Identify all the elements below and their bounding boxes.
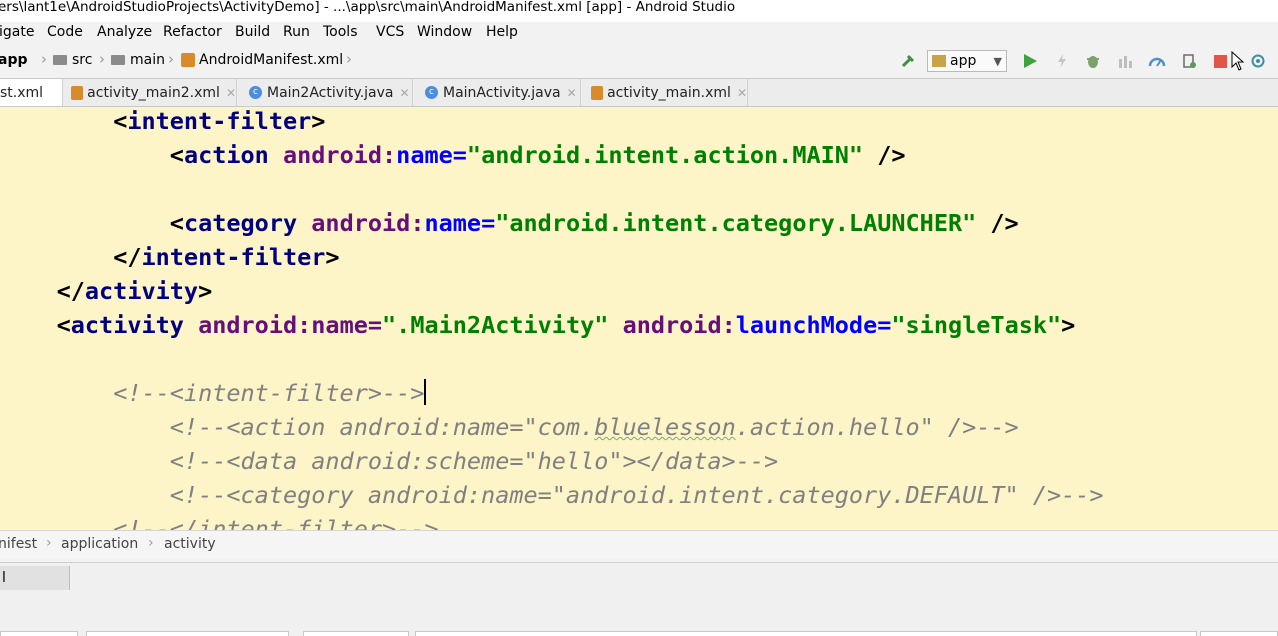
- tab-label: Main2Activity.java: [267, 84, 394, 101]
- code-editor[interactable]: <intent-filter> <action android:name="an…: [0, 107, 1278, 530]
- tool-tab-stub[interactable]: [0, 631, 78, 636]
- menu-analyze[interactable]: Analyze: [97, 24, 152, 40]
- class-icon: c: [425, 86, 438, 99]
- editor-tabs: st.xml activity_main2.xml ✕ c Main2Activ…: [0, 79, 1278, 107]
- code-line: <!--</intent-filter>-->: [113, 515, 439, 530]
- breadcrumb-application[interactable]: application: [61, 536, 138, 552]
- code-line: <!--<category android:name="android.inte…: [169, 481, 1104, 509]
- navigation-bar: app › src › main › AndroidManifest.xml ›…: [0, 45, 1278, 79]
- code-line: </intent-filter>: [113, 243, 340, 271]
- run-config-label: app: [950, 53, 977, 69]
- debug-bug-icon[interactable]: [1084, 52, 1102, 70]
- menu-vcs[interactable]: VCS: [376, 24, 404, 40]
- tab-activity-main2-xml[interactable]: activity_main2.xml ✕: [63, 79, 237, 106]
- menu-build[interactable]: Build: [235, 24, 270, 40]
- tool-tab-stub[interactable]: [1200, 631, 1278, 636]
- manifest-file-icon: [181, 53, 195, 67]
- structure-breadcrumb: nifest › application › activity: [0, 530, 1278, 559]
- chevron-right-icon: ›: [148, 535, 154, 551]
- spelling-warning: bluelesson: [594, 413, 736, 441]
- tool-tab-stub[interactable]: [303, 631, 409, 636]
- android-module-icon: [932, 55, 946, 67]
- bottom-tab-strip: l Manifest: [0, 562, 1278, 610]
- close-icon[interactable]: ✕: [226, 86, 236, 100]
- menu-help[interactable]: Help: [486, 24, 518, 40]
- tool-window-area: [0, 593, 1278, 636]
- nav-crumb-main[interactable]: main: [111, 52, 165, 68]
- window-title-bar: ers\lant1e\AndroidStudioProjects\Activit…: [0, 0, 1278, 22]
- tab-androidmanifest[interactable]: st.xml: [0, 79, 63, 106]
- tab-activity-main-xml[interactable]: activity_main.xml ✕: [581, 79, 748, 106]
- nav-crumb-manifest-label: AndroidManifest.xml: [199, 52, 344, 68]
- code-line: <action android:name="android.intent.act…: [169, 141, 906, 169]
- code-line: <intent-filter>: [113, 107, 326, 135]
- nav-crumb-manifest[interactable]: AndroidManifest.xml: [181, 52, 343, 68]
- xml-file-icon: [591, 85, 604, 100]
- sync-gradle-icon[interactable]: [1249, 52, 1267, 70]
- tool-tab-stub[interactable]: [415, 631, 1197, 636]
- run-config-select[interactable]: app ▼: [927, 50, 1007, 72]
- coverage-icon[interactable]: [1116, 52, 1134, 70]
- code-line: <!--<action android:name="com.bluelesson…: [169, 413, 1019, 441]
- chevron-right-icon: ›: [346, 50, 352, 68]
- close-icon[interactable]: ✕: [399, 86, 409, 100]
- apply-changes-icon[interactable]: [1053, 52, 1071, 70]
- window-title: ers\lant1e\AndroidStudioProjects\Activit…: [0, 0, 736, 15]
- code-line: </activity>: [56, 277, 213, 305]
- chevron-right-icon: ›: [41, 50, 47, 68]
- run-play-icon[interactable]: [1021, 52, 1039, 70]
- folder-icon: [53, 55, 67, 65]
- chevron-right-icon: ›: [99, 50, 105, 68]
- code-line: <category android:name="android.intent.c…: [169, 209, 1019, 237]
- chevron-right-icon: ›: [46, 535, 52, 551]
- nav-crumb-src[interactable]: src: [53, 52, 92, 68]
- stop-icon[interactable]: [1211, 52, 1229, 70]
- tab-label: MainActivity.java: [443, 84, 561, 101]
- tool-tab-stub[interactable]: [86, 631, 289, 636]
- tab-merged-manifest[interactable]: l Manifest: [0, 566, 70, 610]
- nav-crumb-app[interactable]: app: [0, 52, 28, 68]
- xml-file-icon: [71, 85, 84, 100]
- chevron-right-icon: ›: [168, 50, 174, 68]
- nav-crumb-src-label: src: [72, 52, 93, 68]
- close-icon[interactable]: ✕: [567, 86, 577, 100]
- folder-icon: [111, 55, 125, 65]
- chevron-down-icon: ▼: [993, 54, 1002, 68]
- menu-bar: igate Code Analyze Refactor Build Run To…: [0, 22, 1278, 45]
- class-icon: c: [249, 86, 262, 99]
- attach-debugger-icon[interactable]: [1180, 52, 1198, 70]
- nav-crumb-app-label: app: [0, 52, 28, 68]
- breadcrumb-activity[interactable]: activity: [164, 536, 216, 552]
- menu-tools[interactable]: Tools: [323, 24, 358, 40]
- code-line: <!--<intent-filter>-->: [113, 379, 427, 407]
- profiler-gauge-icon[interactable]: [1148, 52, 1166, 70]
- menu-window[interactable]: Window: [417, 24, 472, 40]
- menu-code[interactable]: Code: [47, 24, 83, 40]
- menu-refactor[interactable]: Refactor: [163, 24, 222, 40]
- menu-navigate[interactable]: igate: [0, 24, 34, 40]
- mouse-cursor-icon: [1229, 51, 1247, 71]
- menu-run[interactable]: Run: [283, 24, 310, 40]
- tab-mainactivity-java[interactable]: c MainActivity.java ✕: [413, 79, 581, 106]
- hammer-make-icon[interactable]: [899, 52, 917, 70]
- tab-label: activity_main2.xml: [87, 84, 220, 101]
- tab-label: activity_main.xml: [607, 84, 731, 101]
- breadcrumb-manifest[interactable]: nifest: [0, 536, 37, 552]
- close-icon[interactable]: ✕: [737, 86, 747, 100]
- tab-label: st.xml: [0, 84, 44, 101]
- tab-main2activity-java[interactable]: c Main2Activity.java ✕: [237, 79, 413, 106]
- nav-crumb-main-label: main: [130, 52, 165, 68]
- text-caret: [424, 379, 427, 405]
- code-line: <activity android:name=".Main2Activity" …: [56, 311, 1076, 339]
- code-line: <!--<data android:scheme="hello"></data>…: [169, 447, 779, 475]
